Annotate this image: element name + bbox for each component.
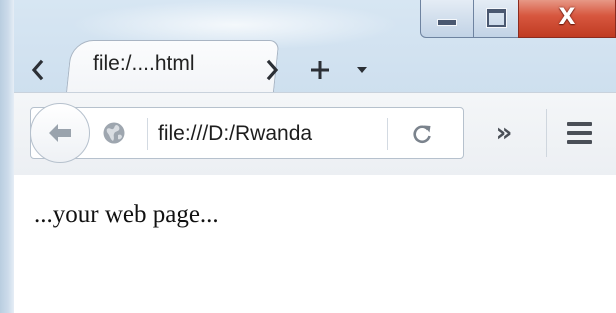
hamburger-menu-icon <box>566 122 592 126</box>
navigation-toolbar: file:///D:/Rwanda » <box>14 92 616 176</box>
hamburger-menu-icon-bar <box>566 140 592 144</box>
maximize-icon <box>486 8 506 27</box>
close-button[interactable]: X <box>518 0 616 38</box>
window-left-border <box>0 0 14 313</box>
tab-scroll-left-button[interactable] <box>22 50 52 90</box>
caret-down-icon <box>357 67 367 73</box>
page-body-text: ...your web page... <box>34 201 219 228</box>
toolbar-separator <box>546 109 547 157</box>
browser-window: X file:/....html file:///D:/Rwanda » ...… <box>0 0 616 313</box>
url-input[interactable]: file:///D:/Rwanda <box>158 120 370 148</box>
tab-title[interactable]: file:/....html <box>93 52 195 76</box>
reload-separator <box>387 118 388 150</box>
window-caption-buttons: X <box>420 0 616 40</box>
page-content: ...your web page... <box>14 175 616 313</box>
tab-list-button[interactable] <box>349 50 375 90</box>
chevron-left-icon <box>31 59 44 81</box>
minimize-icon <box>437 19 457 26</box>
reload-button[interactable] <box>403 118 441 150</box>
arrow-left-icon <box>49 124 71 142</box>
new-tab-button[interactable] <box>302 50 338 90</box>
plus-icon <box>311 61 329 79</box>
close-icon: X <box>558 4 576 30</box>
url-bar[interactable]: file:///D:/Rwanda <box>30 103 464 163</box>
back-button[interactable] <box>30 103 90 163</box>
toolbar-overflow-button[interactable]: » <box>484 115 524 151</box>
site-identity-button[interactable] <box>101 120 127 146</box>
maximize-button[interactable] <box>473 0 519 38</box>
open-menu-button[interactable] <box>559 115 599 151</box>
reload-icon <box>413 125 431 143</box>
tab-scroll-right-button[interactable] <box>258 50 288 90</box>
minimize-button[interactable] <box>420 0 474 38</box>
chevron-right-icon <box>266 59 279 81</box>
url-separator <box>147 118 148 150</box>
globe-icon <box>103 122 125 144</box>
hamburger-menu-icon-bar <box>566 131 592 135</box>
double-chevron-right-icon: » <box>495 118 513 148</box>
